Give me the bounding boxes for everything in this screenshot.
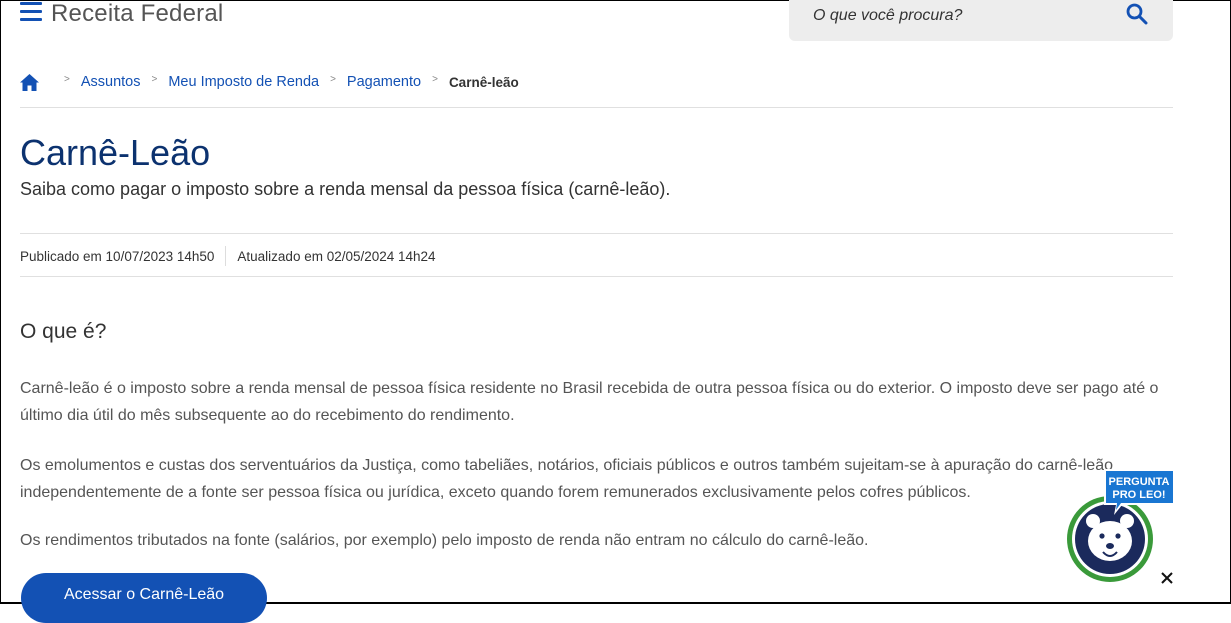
publication-meta: Publicado em 10/07/2023 14h50 Atualizado… — [20, 246, 436, 266]
breadcrumb-separator: > — [330, 73, 336, 85]
paragraph: Os rendimentos tributados na fonte (salá… — [20, 532, 869, 549]
breadcrumb-separator: > — [64, 73, 70, 85]
paragraph: Os emolumentos e custas dos serventuário… — [20, 457, 1113, 501]
breadcrumb-separator: > — [151, 73, 158, 85]
meta-separator — [225, 246, 227, 266]
site-title[interactable]: Receita Federal — [51, 0, 223, 28]
updated-date: Atualizado em 02/05/2024 14h24 — [237, 248, 436, 264]
published-date: Publicado em 10/07/2023 14h50 — [20, 248, 215, 264]
close-icon[interactable] — [1159, 570, 1175, 586]
breadcrumb-meu-imposto-de-renda[interactable]: Meu Imposto de Renda — [168, 74, 319, 90]
divider — [20, 276, 1173, 277]
leo-chat-widget[interactable]: PERGUNTA PRO LEO! — [1060, 467, 1180, 587]
leo-mascot-icon: PERGUNTA PRO LEO! — [1064, 469, 1175, 585]
breadcrumb-current: Carnê-leão — [448, 74, 519, 90]
access-carne-leao-button[interactable]: Acessar o Carnê-Leão — [21, 573, 267, 623]
section-heading: O que é? — [20, 320, 107, 343]
search-box — [789, 0, 1173, 41]
search-icon[interactable] — [1125, 2, 1149, 26]
leo-label-line2: PRO LEO! — [1112, 489, 1165, 501]
breadcrumb-assuntos[interactable]: Assuntos — [81, 74, 141, 90]
breadcrumb-separator: > — [432, 73, 438, 85]
page-title: Carnê-Leão — [20, 132, 211, 173]
leo-label-line1: PERGUNTA — [1109, 476, 1170, 488]
paragraph: Carnê-leão é o imposto sobre a renda men… — [20, 380, 1159, 424]
divider — [20, 107, 1173, 108]
breadcrumb-pagamento[interactable]: Pagamento — [347, 74, 421, 90]
divider — [20, 233, 1173, 234]
search-input[interactable] — [811, 2, 1105, 30]
home-icon[interactable] — [20, 73, 39, 91]
page-subtitle: Saiba como pagar o imposto sobre a renda… — [20, 179, 671, 199]
breadcrumb: > Assuntos > Meu Imposto de Renda > Paga… — [20, 72, 519, 92]
menu-icon[interactable] — [20, 2, 42, 22]
